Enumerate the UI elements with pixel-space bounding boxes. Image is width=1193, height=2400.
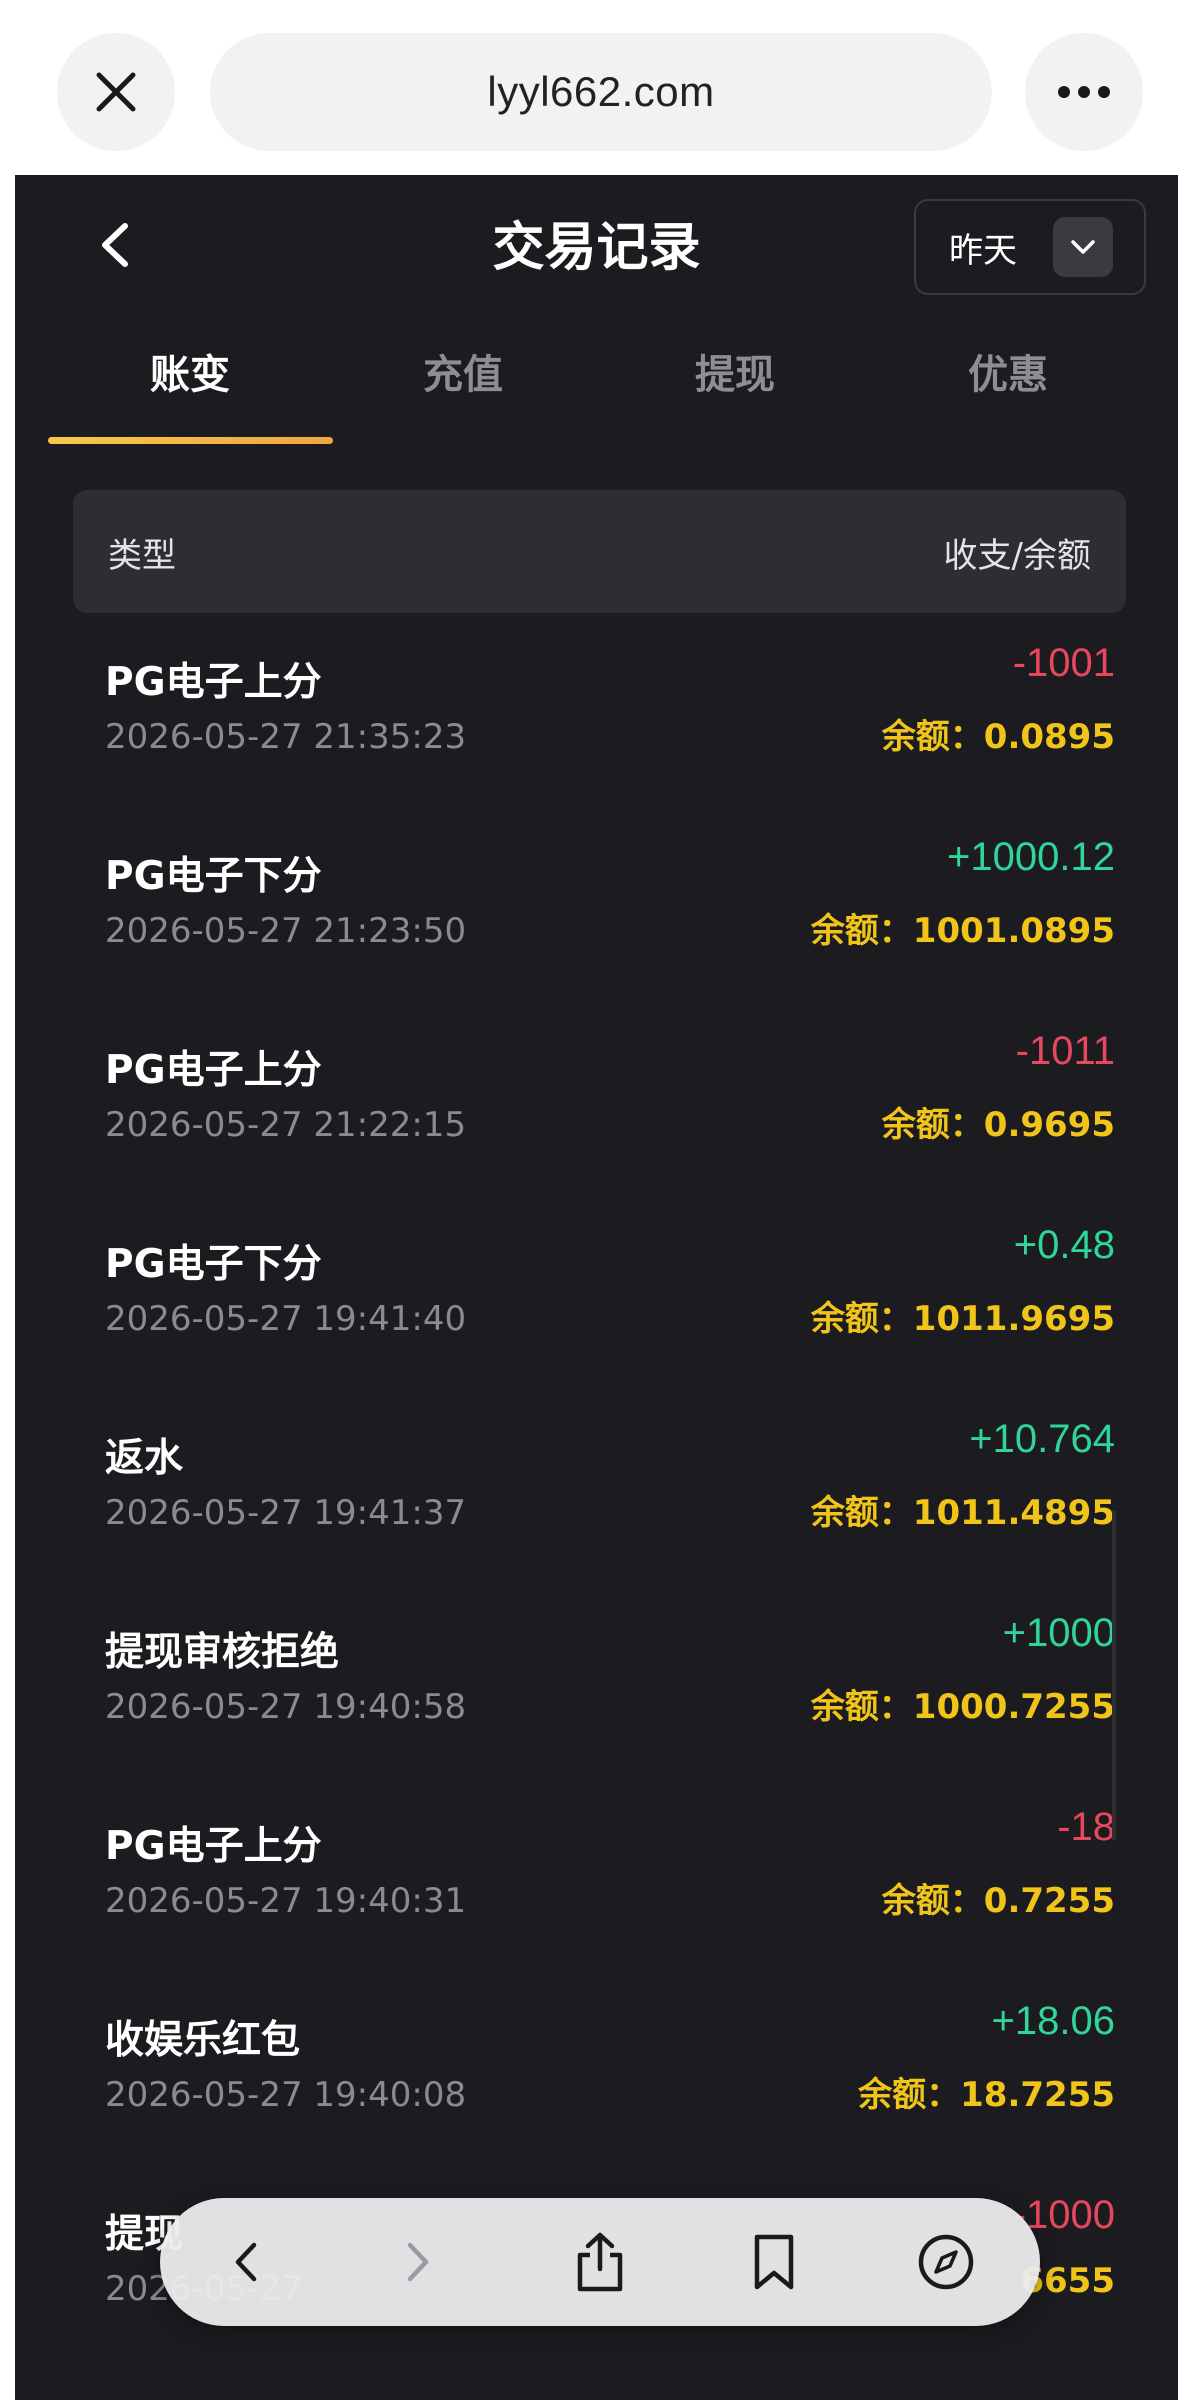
address-bar[interactable]: lyyl662.com (210, 33, 992, 151)
record-amount: -1001 (1012, 641, 1115, 685)
more-icon (1058, 86, 1110, 98)
record-balance: 余额：18.7255 (858, 2075, 1115, 2115)
active-tab-indicator (48, 437, 333, 444)
record-amount: +1000.12 (947, 835, 1115, 879)
record-time: 2026-05-27 19:40:08 (105, 2075, 467, 2115)
list-item[interactable]: 收娱乐红包 2026-05-27 19:40:08 +18.06 余额：18.7… (15, 1971, 1178, 2165)
record-time: 2026-05-27 19:41:37 (105, 1493, 467, 1533)
list-item[interactable]: PG电子下分 2026-05-27 21:23:50 +1000.12 余额：1… (15, 807, 1178, 1001)
record-balance: 余额：1011.4895 (810, 1493, 1115, 1533)
record-type: PG电子上分 (105, 1048, 322, 1093)
chevron-down-icon (1053, 217, 1113, 277)
url-text: lyyl662.com (487, 68, 715, 115)
browser-bottom-toolbar (160, 2198, 1040, 2326)
record-type: 收娱乐红包 (105, 2018, 301, 2063)
record-type: 返水 (105, 1436, 184, 1481)
list-item[interactable]: PG电子下分 2026-05-27 19:41:40 +0.48 余额：1011… (15, 1195, 1178, 1389)
browser-back-button[interactable] (212, 2228, 280, 2296)
scrollbar[interactable] (1112, 1510, 1116, 1840)
tab-account-changes[interactable]: 账变 (95, 320, 285, 430)
compass-icon (918, 2234, 974, 2290)
list-item[interactable]: PG电子上分 2026-05-27 19:40:31 -18 余额：0.7255 (15, 1777, 1178, 1971)
record-type: PG电子上分 (105, 660, 322, 705)
record-amount: +1000 (1002, 1611, 1115, 1655)
record-balance: 余额：1001.0895 (810, 911, 1115, 951)
record-balance: 余额：1000.7255 (810, 1687, 1115, 1727)
date-filter-select[interactable]: 昨天 (914, 199, 1146, 295)
bookmark-icon (754, 2234, 794, 2290)
records-list: PG电子上分 2026-05-27 21:35:23 -1001 余额：0.08… (15, 613, 1178, 2359)
record-type: 提现审核拒绝 (105, 1630, 340, 1675)
record-time: 2026-05-27 21:35:23 (105, 717, 467, 757)
record-time: 2026-05-27 19:40:58 (105, 1687, 467, 1727)
record-amount: +18.06 (991, 1999, 1115, 2043)
share-button[interactable] (566, 2228, 634, 2296)
tabs-compass-button[interactable] (912, 2228, 980, 2296)
browser-top-bar: lyyl662.com (0, 0, 1193, 175)
column-amount-header: 收支/余额 (943, 536, 1091, 576)
record-type: PG电子下分 (105, 854, 322, 899)
list-item[interactable]: 返水 2026-05-27 19:41:37 +10.764 余额：1011.4… (15, 1389, 1178, 1583)
tab-deposit[interactable]: 充值 (368, 320, 558, 430)
list-item[interactable]: 提现审核拒绝 2026-05-27 19:40:58 +1000 余额：1000… (15, 1583, 1178, 1777)
record-amount: -18 (1057, 1805, 1115, 1849)
record-balance: 余额：1011.9695 (810, 1299, 1115, 1339)
list-item[interactable]: PG电子上分 2026-05-27 21:35:23 -1001 余额：0.08… (15, 613, 1178, 807)
list-item[interactable]: PG电子上分 2026-05-27 21:22:15 -1011 余额：0.96… (15, 1001, 1178, 1195)
record-amount: -1011 (1015, 1029, 1115, 1073)
record-type: PG电子下分 (105, 1242, 322, 1287)
record-balance: 余额：0.9695 (881, 1105, 1115, 1145)
transaction-records-page: 交易记录 昨天 账变 充值 提现 优惠 类型 收支/余额 PG电子上分 2026… (15, 175, 1178, 2400)
table-header: 类型 收支/余额 (73, 490, 1126, 613)
forward-icon (407, 2242, 429, 2282)
back-icon (235, 2242, 257, 2282)
date-filter-value: 昨天 (949, 230, 1017, 271)
tab-bar: 账变 充值 提现 优惠 (15, 320, 1178, 430)
record-time: 2026-05-27 19:41:40 (105, 1299, 467, 1339)
record-time: 2026-05-27 21:23:50 (105, 911, 467, 951)
record-type: PG电子上分 (105, 1824, 322, 1869)
record-amount: +10.764 (969, 1417, 1115, 1461)
tab-withdraw[interactable]: 提现 (640, 320, 830, 430)
record-balance: 余额：0.0895 (881, 717, 1115, 757)
record-balance: 余额：0.7255 (881, 1881, 1115, 1921)
browser-forward-button[interactable] (384, 2228, 452, 2296)
bookmarks-button[interactable] (740, 2228, 808, 2296)
more-button[interactable] (1025, 33, 1143, 151)
record-time: 2026-05-27 19:40:31 (105, 1881, 467, 1921)
tab-promotions[interactable]: 优惠 (913, 320, 1103, 430)
record-amount: +0.48 (1013, 1223, 1115, 1267)
share-icon (577, 2232, 623, 2292)
record-time: 2026-05-27 21:22:15 (105, 1105, 467, 1145)
close-icon (96, 72, 136, 112)
close-button[interactable] (57, 33, 175, 151)
page-header: 交易记录 昨天 (15, 175, 1178, 315)
column-type-header: 类型 (108, 536, 176, 576)
